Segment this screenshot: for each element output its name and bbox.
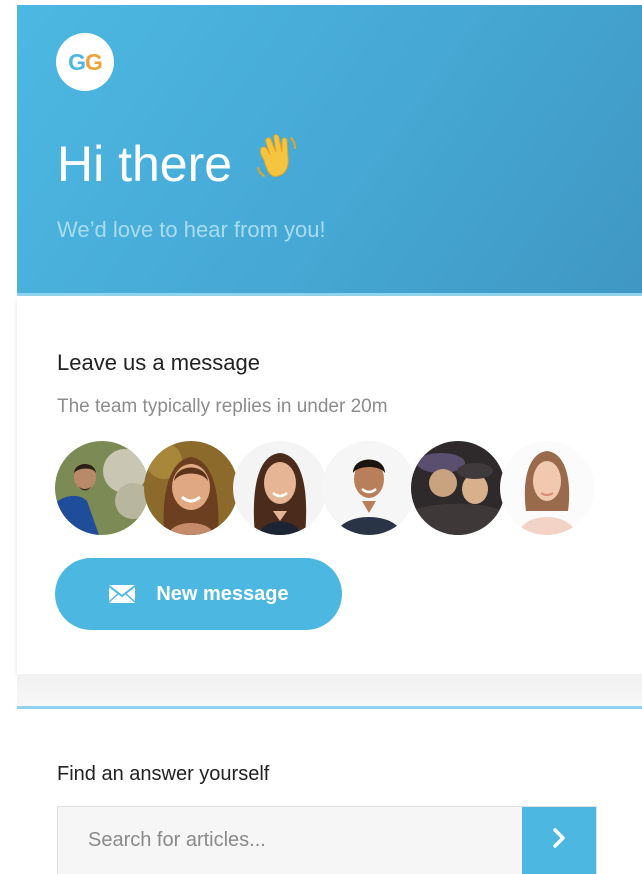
envelope-icon [108,584,136,604]
team-avatar-5 [411,441,505,535]
greeting-title: Hi there [57,130,302,197]
new-message-button[interactable]: New message [55,558,342,630]
messenger-home: GG Hi there We’d love to hear from you! … [0,0,642,874]
search-input[interactable] [58,807,522,874]
logo-letter-1: G [68,48,86,75]
team-avatar-1 [55,441,149,535]
logo-letter-2: G [85,48,103,75]
brand-logo: GG [56,33,114,91]
new-message-label: New message [156,582,289,605]
message-card-title: Leave us a message [57,350,261,375]
team-avatar-2 [144,441,238,535]
team-avatar-4 [322,441,416,535]
search-submit-button[interactable] [522,807,596,874]
chevron-right-icon [551,826,567,855]
team-avatars [55,441,595,537]
section-divider [17,706,642,709]
waving-hand-icon [250,130,302,197]
team-avatar-3 [233,441,327,535]
team-avatar-6 [500,441,594,535]
reply-time-text: The team typically replies in under 20m [57,396,388,417]
help-section-title: Find an answer yourself [57,763,270,785]
article-search [57,806,597,874]
greeting-text: Hi there [57,135,233,192]
greeting-subtitle: We’d love to hear from you! [57,217,326,242]
section-gap [17,674,642,706]
